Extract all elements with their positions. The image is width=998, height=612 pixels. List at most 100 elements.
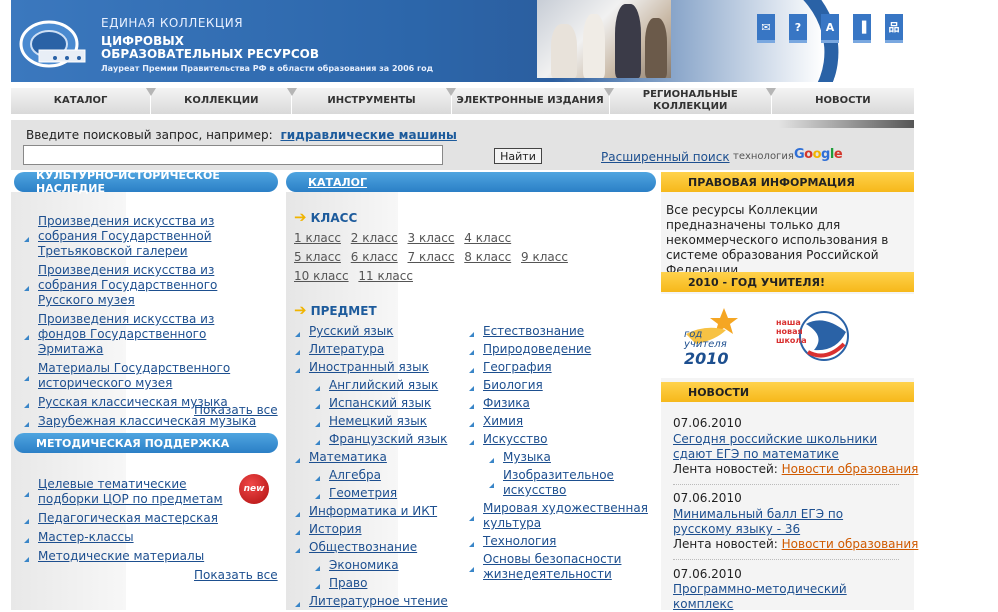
subject-link[interactable]: Биология xyxy=(483,378,543,392)
subject-sub-item[interactable]: Немецкий язык xyxy=(295,414,465,429)
search-input[interactable] xyxy=(23,145,443,165)
subject-link[interactable]: География xyxy=(483,360,552,374)
subject-link[interactable]: Мировая художественная культура xyxy=(483,501,648,530)
subject-link[interactable]: Основы безопасности жизнедеятельности xyxy=(483,552,621,581)
subject-link[interactable]: История xyxy=(309,522,362,536)
news-title-link[interactable]: Сегодня российские школьники сдают ЕГЭ п… xyxy=(673,432,905,462)
search-example-link[interactable]: гидравлические машины xyxy=(280,128,456,142)
subject-sub-item[interactable]: Право xyxy=(295,576,465,591)
subject-link[interactable]: Природоведение xyxy=(483,342,591,356)
grade-link[interactable]: 11 класс xyxy=(358,269,413,283)
subject-link[interactable]: Музыка xyxy=(503,450,551,464)
year-of-teacher-logo[interactable]: год учителя 2010 xyxy=(676,304,742,370)
subject-item[interactable]: Литература xyxy=(295,342,465,357)
list-item[interactable]: Педагогическая мастерская xyxy=(24,511,234,526)
list-item[interactable]: Произведения искусства из фондов Государ… xyxy=(24,312,264,357)
grade-link[interactable]: 5 класс xyxy=(294,250,341,264)
subject-link[interactable]: Английский язык xyxy=(329,378,438,392)
subject-link[interactable]: Обществознание xyxy=(309,540,417,554)
grade-link[interactable]: 3 класс xyxy=(408,231,455,245)
list-item[interactable]: Материалы Государственного исторического… xyxy=(24,361,264,391)
subject-link[interactable]: Литература xyxy=(309,342,384,356)
subject-sub-item[interactable]: Геометрия xyxy=(295,486,465,501)
stats-icon[interactable]: ▐ xyxy=(853,14,871,43)
subject-link[interactable]: Алгебра xyxy=(329,468,381,482)
search-button[interactable]: Найти xyxy=(494,148,542,164)
grade-link[interactable]: 4 класс xyxy=(464,231,511,245)
grade-link[interactable]: 1 класс xyxy=(294,231,341,245)
news-source-link[interactable]: Новости образования xyxy=(782,537,919,551)
heritage-link[interactable]: Произведения искусства из фондов Государ… xyxy=(38,312,214,356)
subject-link[interactable]: Экономика xyxy=(329,558,399,572)
subject-link[interactable]: Иностранный язык xyxy=(309,360,429,374)
subject-link[interactable]: Естествознание xyxy=(483,324,584,338)
subject-item[interactable]: Обществознание xyxy=(295,540,465,555)
subject-sub-item[interactable]: Музыка xyxy=(469,450,649,465)
subject-item[interactable]: Технология xyxy=(469,534,649,549)
subject-link[interactable]: Испанский язык xyxy=(329,396,431,410)
subject-link[interactable]: Химия xyxy=(483,414,523,428)
subject-item[interactable]: Информатика и ИКТ xyxy=(295,504,465,519)
subject-item[interactable]: География xyxy=(469,360,649,375)
subject-item[interactable]: История xyxy=(295,522,465,537)
grade-link[interactable]: 8 класс xyxy=(464,250,511,264)
heritage-link[interactable]: Материалы Государственного исторического… xyxy=(38,361,230,390)
subject-sub-item[interactable]: Изобразительное искусство xyxy=(469,468,649,498)
heritage-show-all-link[interactable]: Показать все xyxy=(194,403,278,417)
subject-sub-item[interactable]: Экономика xyxy=(295,558,465,573)
subject-item[interactable]: Химия xyxy=(469,414,649,429)
subject-link[interactable]: Право xyxy=(329,576,367,590)
advanced-search-link[interactable]: Расширенный поиск xyxy=(601,150,730,164)
subject-link[interactable]: Искусство xyxy=(483,432,548,446)
subject-link[interactable]: Технология xyxy=(483,534,556,548)
catalog-header-link[interactable]: КАТАЛОГ xyxy=(308,176,367,189)
list-item[interactable]: Произведения искусства из собрания Госуд… xyxy=(24,214,264,259)
grade-link[interactable]: 6 класс xyxy=(351,250,398,264)
new-school-logo[interactable]: наша новая школа xyxy=(776,306,852,366)
grade-link[interactable]: 7 класс xyxy=(408,250,455,264)
heritage-link[interactable]: Произведения искусства из собрания Госуд… xyxy=(38,263,217,307)
method-link[interactable]: Целевые тематические подборки ЦОР по пре… xyxy=(38,477,223,506)
subject-item[interactable]: Литературное чтение xyxy=(295,594,465,609)
subject-item[interactable]: Иностранный язык xyxy=(295,360,465,375)
news-title-link[interactable]: Минимальный балл ЕГЭ по русскому языку -… xyxy=(673,507,905,537)
subject-item[interactable]: Биология xyxy=(469,378,649,393)
method-link[interactable]: Педагогическая мастерская xyxy=(38,511,218,525)
method-show-all-link[interactable]: Показать все xyxy=(194,568,278,582)
subject-sub-item[interactable]: Испанский язык xyxy=(295,396,465,411)
subject-link[interactable]: Изобразительное искусство xyxy=(503,468,614,497)
logo-icon[interactable] xyxy=(19,14,95,70)
list-item[interactable]: Произведения искусства из собрания Госуд… xyxy=(24,263,264,308)
subject-sub-item[interactable]: Английский язык xyxy=(295,378,465,393)
mail-icon[interactable]: ✉ xyxy=(757,14,775,43)
heritage-link[interactable]: Произведения искусства из собрания Госуд… xyxy=(38,214,214,258)
help-icon[interactable]: ? xyxy=(789,14,807,43)
font-icon[interactable]: A xyxy=(821,14,839,43)
subject-item[interactable]: Естествознание xyxy=(469,324,649,339)
subject-item[interactable]: Природоведение xyxy=(469,342,649,357)
subject-link[interactable]: Геометрия xyxy=(329,486,397,500)
news-title-link[interactable]: Программно-методический комплекс xyxy=(673,582,905,612)
subject-sub-item[interactable]: Алгебра xyxy=(295,468,465,483)
sitemap-icon[interactable]: 品 xyxy=(885,14,903,43)
method-link[interactable]: Мастер-классы xyxy=(38,530,134,544)
list-item[interactable]: Методические материалы xyxy=(24,549,234,564)
subject-link[interactable]: Французский язык xyxy=(329,432,447,446)
list-item[interactable]: Целевые тематические подборки ЦОР по пре… xyxy=(24,477,234,507)
subject-item[interactable]: Основы безопасности жизнедеятельности xyxy=(469,552,649,582)
subject-link[interactable]: Информатика и ИКТ xyxy=(309,504,437,518)
subject-item[interactable]: Физика xyxy=(469,396,649,411)
subject-item[interactable]: Искусство xyxy=(469,432,649,447)
subject-link[interactable]: Физика xyxy=(483,396,530,410)
subject-link[interactable]: Математика xyxy=(309,450,387,464)
method-link[interactable]: Методические материалы xyxy=(38,549,204,563)
subject-link[interactable]: Русский язык xyxy=(309,324,394,338)
subject-sub-item[interactable]: Французский язык xyxy=(295,432,465,447)
subject-item[interactable]: Мировая художественная культура xyxy=(469,501,649,531)
subject-link[interactable]: Литературное чтение xyxy=(309,594,448,608)
list-item[interactable]: Мастер-классы xyxy=(24,530,234,545)
subject-item[interactable]: Математика xyxy=(295,450,465,465)
subject-item[interactable]: Русский язык xyxy=(295,324,465,339)
grade-link[interactable]: 10 класс xyxy=(294,269,349,283)
grade-link[interactable]: 2 класс xyxy=(351,231,398,245)
